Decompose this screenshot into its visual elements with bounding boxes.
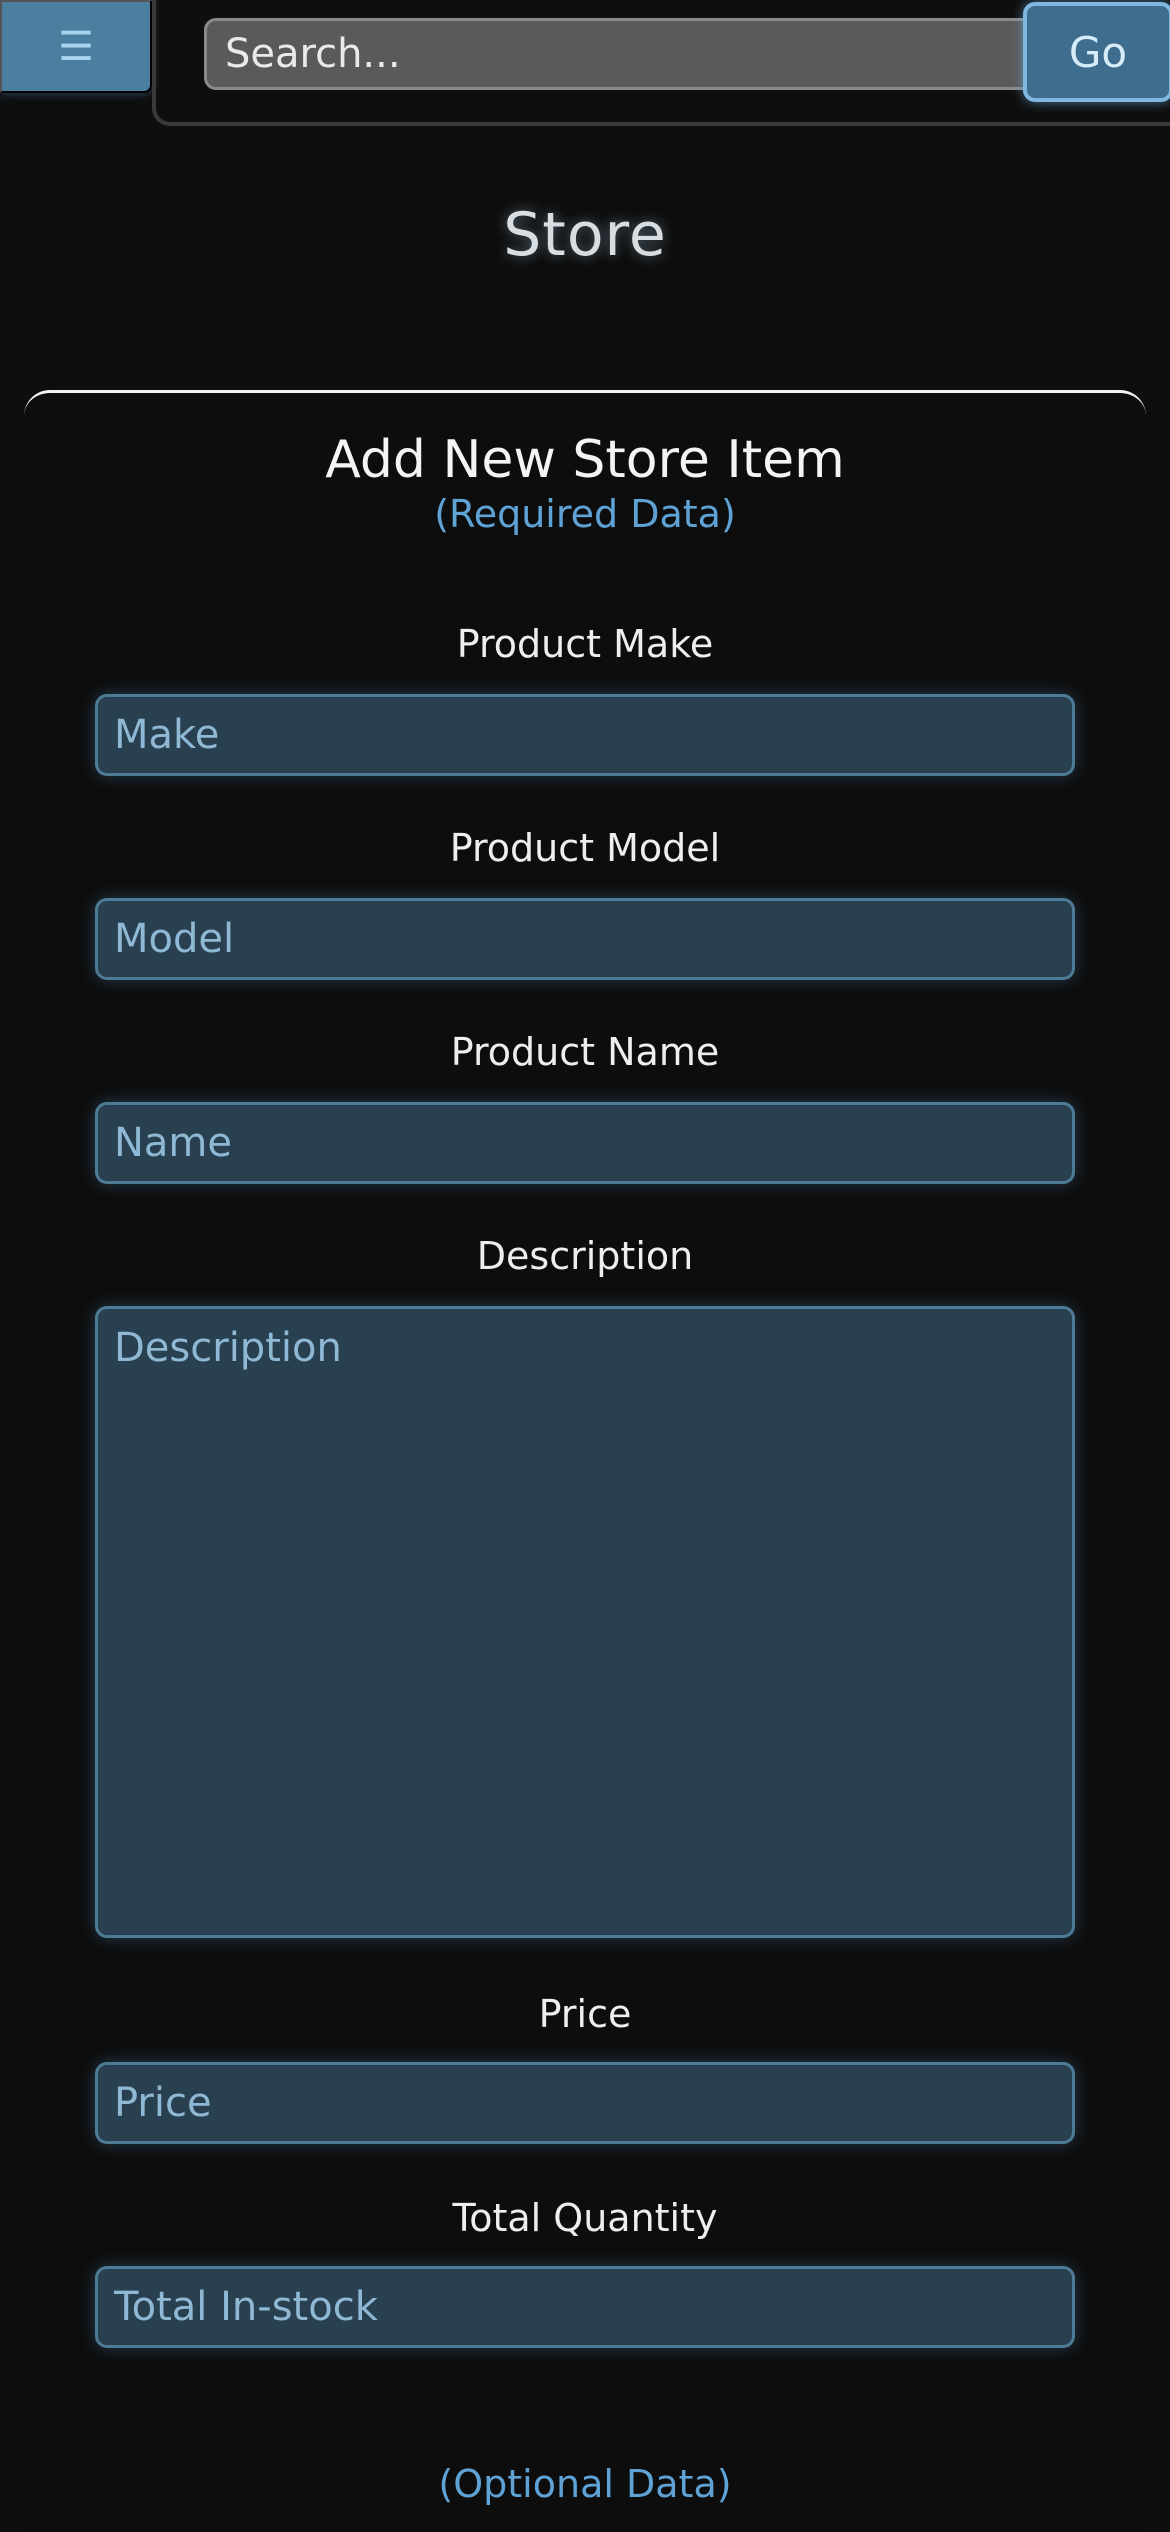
- store-page: ☰ Go Store Add New Store Item (Required …: [0, 0, 1170, 2532]
- product-name-input[interactable]: [95, 1102, 1075, 1184]
- product-model-input[interactable]: [95, 898, 1075, 980]
- hamburger-icon: ☰: [58, 24, 94, 69]
- required-data-note: (Required Data): [434, 492, 736, 536]
- description-label: Description: [476, 1234, 694, 1278]
- total-quantity-input[interactable]: [95, 2266, 1075, 2348]
- page-title: Store: [503, 200, 667, 270]
- total-quantity-label: Total Quantity: [452, 2196, 718, 2240]
- product-model-label: Product Model: [449, 826, 721, 870]
- go-button[interactable]: Go: [1023, 2, 1170, 102]
- product-make-input[interactable]: [95, 694, 1075, 776]
- price-input[interactable]: [95, 2062, 1075, 2144]
- price-label: Price: [538, 1992, 632, 2036]
- search-input[interactable]: [204, 18, 1034, 90]
- optional-data-note: (Optional Data): [438, 2462, 732, 2506]
- product-name-label: Product Name: [450, 1030, 720, 1074]
- description-textarea[interactable]: [95, 1306, 1075, 1938]
- product-make-label: Product Make: [456, 622, 714, 666]
- form-title: Add New Store Item: [325, 430, 845, 490]
- menu-button[interactable]: ☰: [0, 0, 152, 93]
